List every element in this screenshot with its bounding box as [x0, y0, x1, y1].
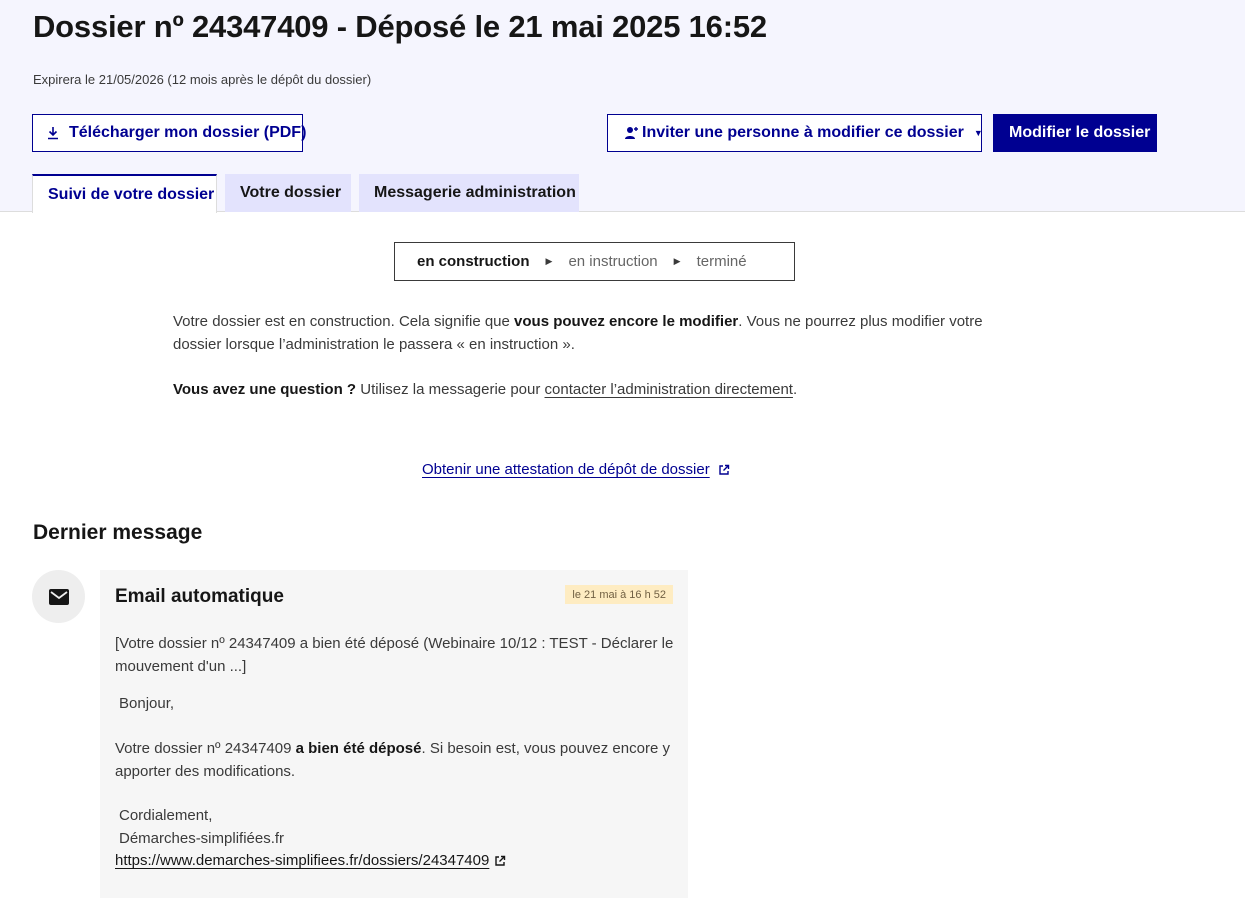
dossier-url-link[interactable]: https://www.demarches-simplifiees.fr/dos…	[115, 850, 675, 873]
status-current: en construction	[417, 253, 530, 270]
question-info: Vous avez une question ? Utilisez la mes…	[173, 378, 1033, 401]
chevron-down-icon: ▼	[973, 128, 983, 138]
external-link-icon	[719, 464, 729, 475]
contact-administration-link[interactable]: contacter l’administration directement	[545, 381, 793, 398]
question-emphasis: Vous avez une question ?	[173, 381, 357, 398]
external-link-icon	[495, 856, 506, 866]
last-message-title: Dernier message	[33, 521, 203, 544]
status-next: en instruction	[568, 253, 658, 270]
modify-dossier-button[interactable]: Modifier le dossier	[993, 114, 1157, 152]
attestation-link[interactable]: Obtenir une attestation de dépôt de doss…	[422, 461, 730, 478]
info-text: .	[792, 381, 798, 398]
status-last: terminé	[696, 253, 747, 270]
message-body-emphasis: a bien été déposé	[295, 740, 422, 757]
message-body-text: Votre dossier nº 24347409	[115, 740, 296, 757]
dossier-url-label: https://www.demarches-simplifiees.fr/dos…	[115, 852, 490, 869]
construction-info: Votre dossier est en construction. Cela …	[173, 310, 1033, 356]
mail-icon	[48, 588, 69, 605]
page-title: Dossier nº 24347409 - Déposé le 21 mai 2…	[33, 9, 767, 44]
add-user-icon	[625, 127, 638, 139]
tab-messagerie[interactable]: Messagerie administration	[359, 174, 579, 212]
info-text: Votre dossier est en construction. Cela …	[173, 313, 515, 330]
tab-votre-dossier[interactable]: Votre dossier	[225, 174, 351, 212]
tab-label: Messagerie administration	[374, 184, 576, 201]
download-pdf-button[interactable]: Télécharger mon dossier (PDF)	[32, 114, 307, 152]
arrow-right-icon: ▶	[545, 256, 553, 266]
message-signature: Démarches-simplifiées.fr	[119, 830, 285, 847]
download-icon	[48, 127, 58, 140]
tab-suivi[interactable]: Suivi de votre dossier	[32, 174, 217, 213]
message-sender: Email automatique	[115, 586, 284, 607]
download-pdf-label: Télécharger mon dossier (PDF)	[69, 124, 307, 141]
tab-label: Suivi de votre dossier	[48, 185, 215, 203]
arrow-right-icon: ▶	[673, 256, 681, 266]
attestation-label: Obtenir une attestation de dépôt de doss…	[422, 461, 710, 478]
invite-person-label: Inviter une personne à modifier ce dossi…	[642, 124, 964, 141]
status-stepper: en construction ▶ en instruction ▶ termi…	[394, 242, 795, 281]
message-date-badge: le 21 mai à 16 h 52	[565, 585, 673, 604]
invite-person-button[interactable]: Inviter une personne à modifier ce dossi…	[607, 114, 983, 152]
message-body: Votre dossier nº 24347409 a bien été dép…	[115, 738, 675, 783]
avatar	[32, 570, 85, 623]
message-greeting: Bonjour,	[119, 695, 175, 712]
dossier-header: Dossier nº 24347409 - Déposé le 21 mai 2…	[0, 0, 1245, 213]
modify-dossier-label: Modifier le dossier	[1009, 124, 1151, 141]
expiry-text: Expirera le 21/05/2026 (12 mois après le…	[33, 72, 372, 87]
message-card: Email automatique le 21 mai à 16 h 52 [V…	[100, 570, 688, 898]
message-closing: Cordialement,	[119, 807, 213, 824]
info-emphasis: vous pouvez encore le modifier	[514, 313, 739, 330]
message-subject: [Votre dossier nº 24347409 a bien été dé…	[115, 635, 674, 675]
tab-label: Votre dossier	[240, 184, 342, 201]
info-text: Utilisez la messagerie pour	[356, 381, 545, 398]
